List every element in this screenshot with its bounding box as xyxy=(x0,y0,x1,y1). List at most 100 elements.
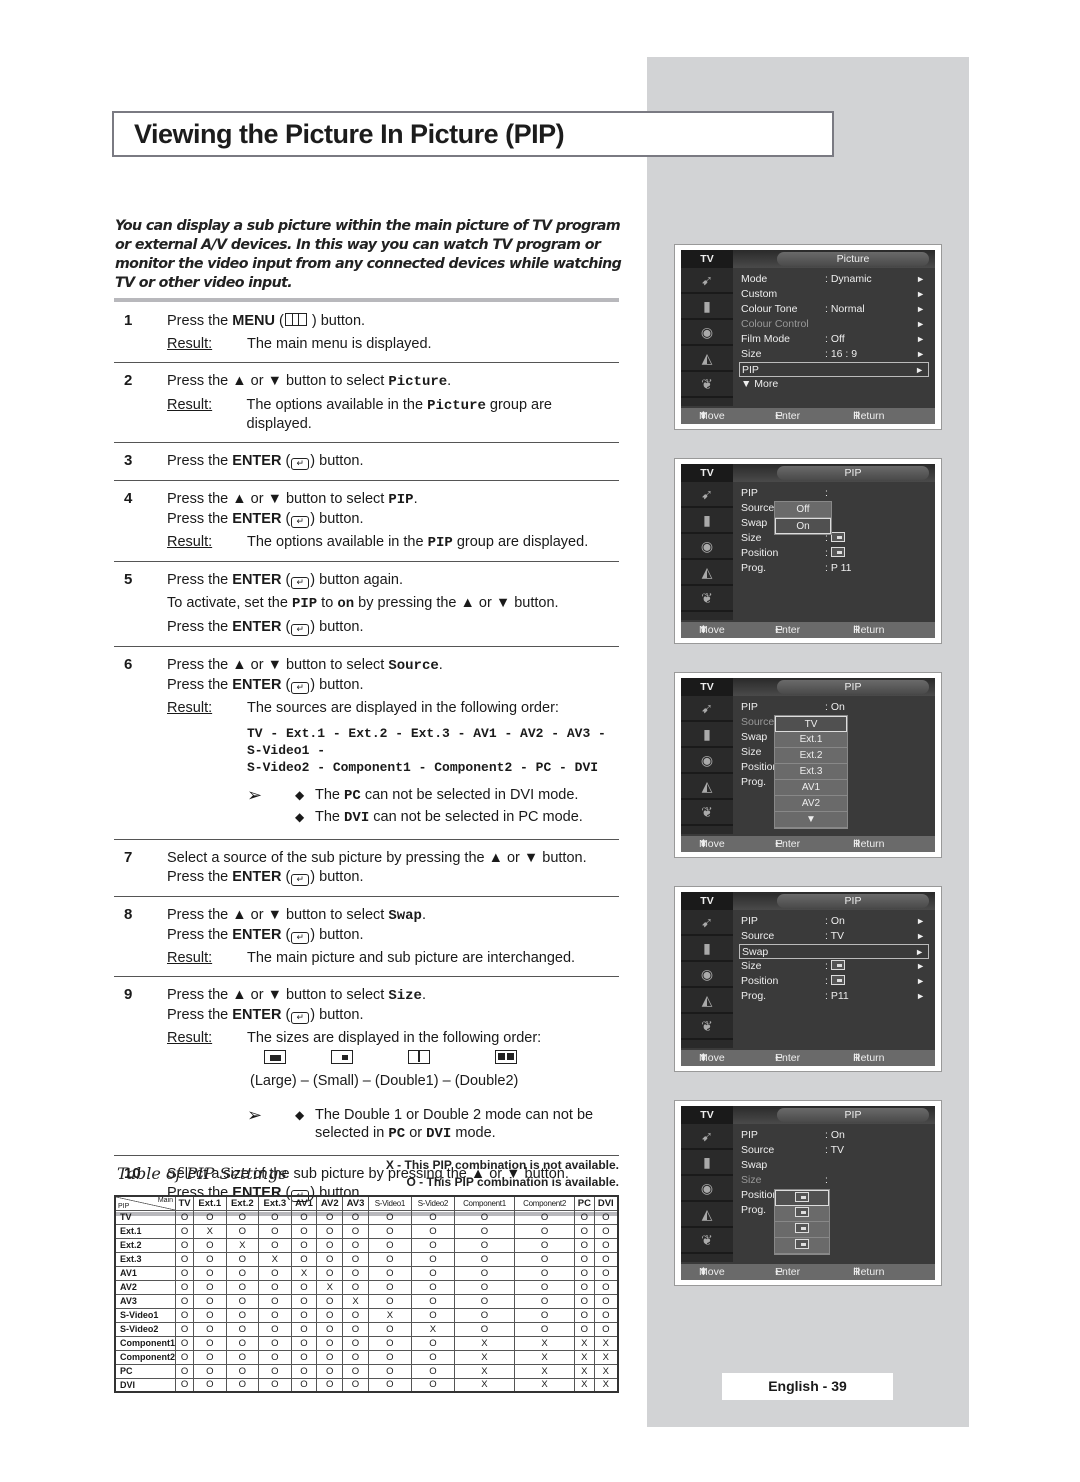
dropdown-option[interactable]: Ext.1 xyxy=(775,732,847,748)
osd-header: TV Picture xyxy=(681,250,935,268)
osd-menu-item[interactable]: Source: xyxy=(739,501,929,516)
step-number: 1 xyxy=(124,312,133,329)
pip-size-icon xyxy=(830,532,845,542)
row-header: AV3 xyxy=(114,1293,176,1309)
osd-menu-item[interactable]: Source: TV ► xyxy=(739,929,929,944)
osd-menu-item[interactable]: PIP: xyxy=(739,486,929,501)
osd-footer: ⬍ Move ↵ Enter Ⅲ Return xyxy=(681,836,935,852)
osd-title: PIP xyxy=(777,894,929,908)
osd-menu-item[interactable]: Position: xyxy=(739,546,929,561)
arrow-right-icon: ► xyxy=(916,274,925,284)
dropdown-option[interactable]: Ext.2 xyxy=(775,748,847,764)
osd-menu-item[interactable]: Position: ► xyxy=(739,974,929,989)
table-cell: O xyxy=(593,1265,619,1281)
osd-menu-item[interactable]: Prog.: xyxy=(739,1203,929,1218)
table-legend: X - This PIP combination is not availabl… xyxy=(385,1158,619,1189)
osd-menu-item[interactable]: Source: TV xyxy=(739,1143,929,1158)
picture-icon: ▮ xyxy=(681,936,733,962)
dropdown-option-large[interactable] xyxy=(775,1190,829,1206)
osd-menu-item[interactable]: Swap xyxy=(739,516,929,531)
table-cell: X xyxy=(593,1349,619,1365)
dropdown-option[interactable]: AV2 xyxy=(775,796,847,812)
pip-size-icon xyxy=(830,975,845,985)
enter-button-icon: ↵ xyxy=(291,1012,310,1024)
picture-icon: ▮ xyxy=(681,722,733,748)
osd-menu-item[interactable]: PIP: On xyxy=(739,700,929,715)
column-header: Ext.2 xyxy=(225,1195,260,1211)
channel-icon: ◭ xyxy=(681,560,733,586)
osd-tv-label: TV xyxy=(681,464,733,482)
table-cell: O xyxy=(410,1363,455,1379)
dropdown-option[interactable]: TV xyxy=(775,716,847,732)
table-cell: O xyxy=(410,1251,455,1267)
table-cell: O xyxy=(290,1223,318,1239)
arrow-right-icon: ► xyxy=(915,365,924,375)
step-9: 9 Press the ▲ or ▼ button to select Size… xyxy=(114,986,619,1156)
osd-menu-item[interactable]: Size: xyxy=(739,1173,929,1188)
osd-menu-item[interactable]: Position: xyxy=(739,1188,929,1203)
osd-menu-item[interactable]: Swap ► xyxy=(739,944,929,959)
osd-menu-item[interactable]: Prog.: P11 ► xyxy=(739,989,929,1004)
osd-title: Picture xyxy=(777,252,929,266)
table-cell: O xyxy=(316,1209,344,1225)
dropdown-option[interactable]: Off xyxy=(775,502,831,518)
antenna-icon: ➹ xyxy=(681,1124,733,1150)
osd-menu-item[interactable]: Size: xyxy=(739,531,929,546)
column-header: TV xyxy=(174,1195,195,1211)
osd-menu-item[interactable]: Prog.: P 11 xyxy=(739,561,929,576)
osd-menu-item[interactable]: ▼ More xyxy=(739,377,929,392)
osd-menu-item[interactable]: PIP: On xyxy=(739,1128,929,1143)
arrow-right-icon: ► xyxy=(916,319,925,329)
dropdown-option[interactable]: Ext.3 xyxy=(775,764,847,780)
osd-menu-item[interactable]: Swap xyxy=(739,1158,929,1173)
osd-sidebar: ➹ ▮ ◉ ◭ ❦ xyxy=(681,268,733,406)
osd-menu-item[interactable]: Colour Tone: Normal ► xyxy=(739,302,929,317)
table-cell: O xyxy=(316,1307,344,1323)
table-cell: X xyxy=(453,1349,516,1365)
size-large-icon xyxy=(795,1192,809,1202)
step-4: 4 Press the ▲ or ▼ button to select PIP.… xyxy=(114,490,619,562)
size-double1-icon xyxy=(795,1223,809,1233)
table-cell: O xyxy=(574,1293,595,1309)
antenna-icon: ➹ xyxy=(681,910,733,936)
dropdown-option[interactable]: AV1 xyxy=(775,780,847,796)
table-cell: O xyxy=(367,1265,412,1281)
dropdown-option-double1[interactable] xyxy=(775,1222,829,1238)
dropdown-option-small[interactable] xyxy=(775,1206,829,1222)
osd-menu-item[interactable]: Size: ► xyxy=(739,959,929,974)
result: Result: The main picture and sub picture … xyxy=(167,950,576,966)
osd-menu-item[interactable]: Size: 16 : 9 ► xyxy=(739,347,929,362)
table-cell: O xyxy=(258,1321,292,1337)
osd-menu-item[interactable]: Mode: Dynamic ► xyxy=(739,272,929,287)
table-cell: O xyxy=(410,1265,455,1281)
osd-menu-item[interactable]: Film Mode: Off ► xyxy=(739,332,929,347)
osd-title: PIP xyxy=(777,466,929,480)
row-header: Ext.2 xyxy=(114,1237,176,1253)
osd-menu-item[interactable]: Colour Control ► xyxy=(739,317,929,332)
column-header: DVI xyxy=(593,1195,619,1211)
row-header: TV xyxy=(114,1209,176,1225)
row-header: Component2 xyxy=(114,1349,176,1365)
table-cell: O xyxy=(342,1307,369,1323)
osd-menu-item[interactable]: Custom ► xyxy=(739,287,929,302)
osd-menu-item[interactable]: PIP: On ► xyxy=(739,914,929,929)
table-cell: O xyxy=(174,1223,195,1239)
speaker-icon: ◉ xyxy=(681,320,733,346)
dropdown-option-double2[interactable] xyxy=(775,1238,829,1254)
table-cell: O xyxy=(316,1349,344,1365)
table-cell: O xyxy=(225,1279,260,1295)
table-cell: O xyxy=(367,1223,412,1239)
osd-menu-item[interactable]: PIP ► xyxy=(739,362,929,377)
dropdown-option[interactable]: ▼ xyxy=(775,812,847,828)
table-cell: O xyxy=(342,1321,369,1337)
note-item: The DVI can not be selected in PC mode. xyxy=(295,808,583,827)
row-header: AV2 xyxy=(114,1279,176,1295)
table-row: S-Video1 O O O O O O O X O O O O O xyxy=(114,1307,619,1323)
table-cell: O xyxy=(290,1349,318,1365)
row-header: S-Video2 xyxy=(114,1321,176,1337)
speaker-icon: ◉ xyxy=(681,1176,733,1202)
dropdown-option[interactable]: On xyxy=(775,518,831,534)
page-title: Viewing the Picture In Picture (PIP) xyxy=(134,119,565,149)
step-8: 8 Press the ▲ or ▼ button to select Swap… xyxy=(114,906,619,977)
table-cell: O xyxy=(367,1279,412,1295)
